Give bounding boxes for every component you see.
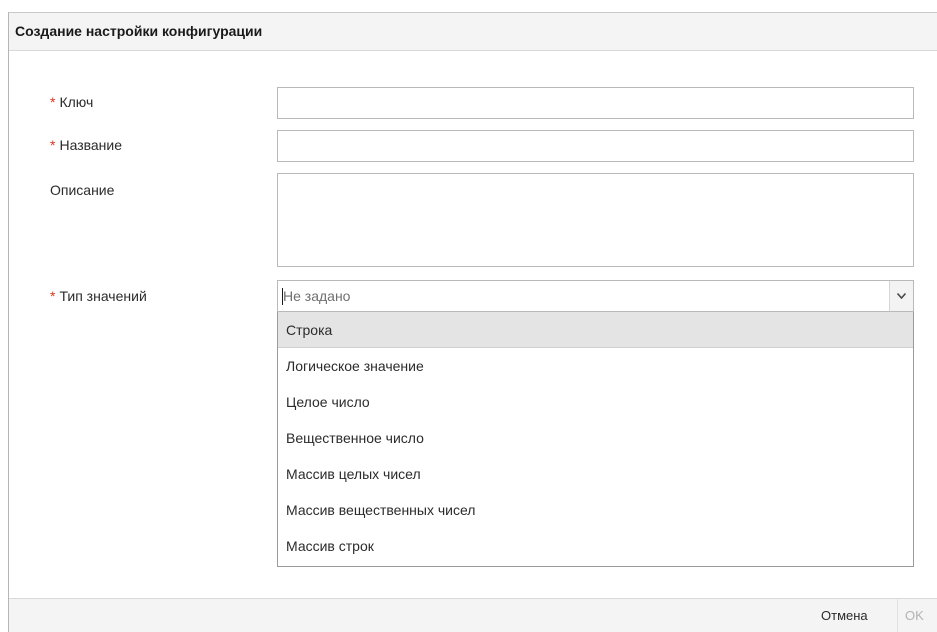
option-string-array[interactable]: Массив строк (278, 528, 913, 564)
value-type-options-list: Строка Логическое значение Целое число В… (277, 312, 914, 567)
chevron-down-icon (897, 293, 906, 299)
option-integer-array[interactable]: Массив целых чисел (278, 456, 913, 492)
value-type-field-label: * Тип значений (50, 288, 147, 304)
key-label-text: Ключ (59, 94, 94, 110)
value-type-label-text: Тип значений (59, 288, 147, 304)
ok-button[interactable]: OK (905, 608, 924, 623)
button-divider (897, 599, 898, 632)
option-string[interactable]: Строка (278, 312, 913, 348)
name-label-text: Название (59, 137, 123, 153)
name-input[interactable] (277, 130, 914, 162)
description-label-text: Описание (50, 182, 115, 198)
create-config-setting-dialog: Создание настройки конфигурации * Ключ * Н… (8, 12, 937, 632)
required-mark: * (50, 94, 56, 110)
key-input[interactable] (277, 87, 914, 119)
text-cursor (282, 288, 283, 305)
description-field-label: Описание (50, 182, 114, 198)
dialog-title: Создание настройки конфигурации (15, 23, 263, 39)
value-type-dropdown-button[interactable] (889, 281, 913, 311)
value-type-combobox[interactable]: Не задано (277, 280, 914, 312)
required-mark: * (50, 137, 56, 153)
value-type-placeholder: Не задано (283, 288, 351, 304)
option-integer[interactable]: Целое число (278, 384, 913, 420)
name-field-label: * Название (50, 137, 122, 153)
dialog-footer: Отмена OK (9, 598, 937, 632)
cancel-button[interactable]: Отмена (821, 608, 868, 623)
dialog-header[interactable]: Создание настройки конфигурации (9, 13, 937, 51)
option-boolean[interactable]: Логическое значение (278, 348, 913, 384)
key-field-label: * Ключ (50, 94, 93, 110)
description-textarea[interactable] (277, 173, 914, 267)
option-real-number[interactable]: Вещественное число (278, 420, 913, 456)
option-real-array[interactable]: Массив вещественных чисел (278, 492, 913, 528)
required-mark: * (50, 288, 56, 304)
page: Создание настройки конфигурации * Ключ * Н… (0, 0, 937, 632)
